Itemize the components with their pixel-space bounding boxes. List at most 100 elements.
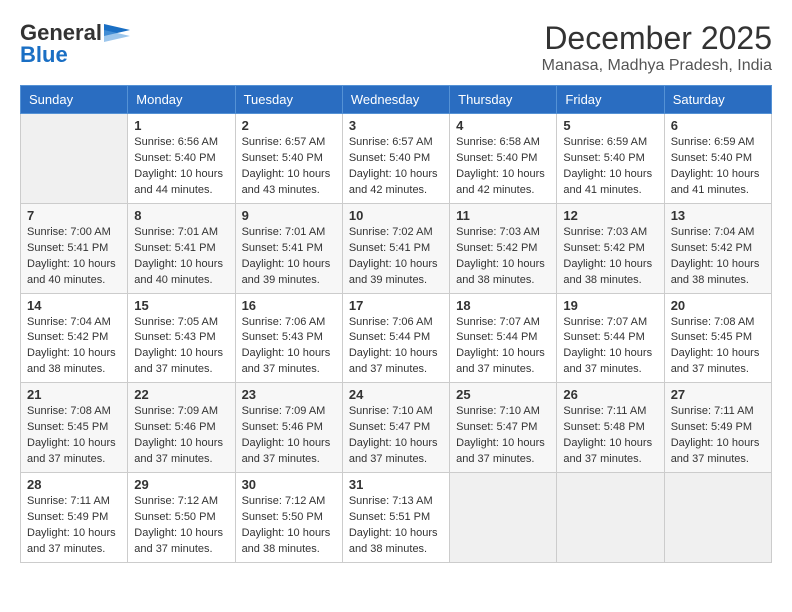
day-info: Sunrise: 6:56 AM Sunset: 5:40 PM Dayligh… <box>134 135 228 199</box>
calendar-cell: 4 Sunrise: 6:58 AM Sunset: 5:40 PM Daylig… <box>450 114 557 204</box>
day-number: 23 <box>242 387 336 402</box>
weekday-header-row: SundayMondayTuesdayWednesdayThursdayFrid… <box>21 86 772 114</box>
day-number: 1 <box>134 118 228 133</box>
week-row-4: 21Sunrise: 7:08 AM Sunset: 5:45 PM Dayli… <box>21 383 772 473</box>
calendar-cell: 26 Sunrise: 7:11 AM Sunset: 5:48 PM Dayli… <box>557 383 664 473</box>
day-number: 21 <box>27 387 121 402</box>
week-row-1: 1 Sunrise: 6:56 AM Sunset: 5:40 PM Daylig… <box>21 114 772 204</box>
weekday-header-thursday: Thursday <box>450 86 557 114</box>
calendar-table: SundayMondayTuesdayWednesdayThursdayFrid… <box>20 85 772 563</box>
week-row-2: 7Sunrise: 7:00 AM Sunset: 5:41 PM Daylig… <box>21 203 772 293</box>
calendar-cell: 31 Sunrise: 7:13 AM Sunset: 5:51 PM Dayli… <box>342 473 449 563</box>
day-number: 25 <box>456 387 550 402</box>
day-info: Sunrise: 7:07 AM Sunset: 5:44 PM Dayligh… <box>563 315 657 379</box>
logo: General Blue <box>20 20 132 68</box>
calendar-cell: 28 Sunrise: 7:11 AM Sunset: 5:49 PM Dayli… <box>21 473 128 563</box>
calendar-cell <box>557 473 664 563</box>
calendar-cell: 17Sunrise: 7:06 AM Sunset: 5:44 PM Dayli… <box>342 293 449 383</box>
day-number: 20 <box>671 298 765 313</box>
calendar-cell: 6Sunrise: 6:59 AM Sunset: 5:40 PM Daylig… <box>664 114 771 204</box>
month-title: December 2025 <box>542 20 772 57</box>
calendar-cell: 8 Sunrise: 7:01 AM Sunset: 5:41 PM Daylig… <box>128 203 235 293</box>
day-number: 13 <box>671 208 765 223</box>
calendar-cell: 29 Sunrise: 7:12 AM Sunset: 5:50 PM Dayli… <box>128 473 235 563</box>
day-number: 27 <box>671 387 765 402</box>
weekday-header-saturday: Saturday <box>664 86 771 114</box>
calendar-cell: 23 Sunrise: 7:09 AM Sunset: 5:46 PM Dayli… <box>235 383 342 473</box>
day-info: Sunrise: 7:01 AM Sunset: 5:41 PM Dayligh… <box>242 225 336 289</box>
calendar-cell: 5 Sunrise: 6:59 AM Sunset: 5:40 PM Daylig… <box>557 114 664 204</box>
day-info: Sunrise: 7:09 AM Sunset: 5:46 PM Dayligh… <box>134 404 228 468</box>
calendar-cell <box>664 473 771 563</box>
title-area: December 2025 Manasa, Madhya Pradesh, In… <box>542 20 772 75</box>
calendar-cell: 22Sunrise: 7:09 AM Sunset: 5:46 PM Dayli… <box>128 383 235 473</box>
calendar-cell: 1 Sunrise: 6:56 AM Sunset: 5:40 PM Daylig… <box>128 114 235 204</box>
day-info: Sunrise: 7:10 AM Sunset: 5:47 PM Dayligh… <box>456 404 550 468</box>
calendar-cell: 14Sunrise: 7:04 AM Sunset: 5:42 PM Dayli… <box>21 293 128 383</box>
calendar-cell: 15 Sunrise: 7:05 AM Sunset: 5:43 PM Dayli… <box>128 293 235 383</box>
day-number: 5 <box>563 118 657 133</box>
day-info: Sunrise: 7:01 AM Sunset: 5:41 PM Dayligh… <box>134 225 228 289</box>
week-row-3: 14Sunrise: 7:04 AM Sunset: 5:42 PM Dayli… <box>21 293 772 383</box>
day-info: Sunrise: 7:03 AM Sunset: 5:42 PM Dayligh… <box>563 225 657 289</box>
page-header: General Blue December 2025 Manasa, Madhy… <box>20 20 772 75</box>
day-info: Sunrise: 7:11 AM Sunset: 5:48 PM Dayligh… <box>563 404 657 468</box>
day-info: Sunrise: 7:12 AM Sunset: 5:50 PM Dayligh… <box>242 494 336 558</box>
day-number: 8 <box>134 208 228 223</box>
day-info: Sunrise: 7:09 AM Sunset: 5:46 PM Dayligh… <box>242 404 336 468</box>
calendar-cell <box>21 114 128 204</box>
calendar-cell: 3 Sunrise: 6:57 AM Sunset: 5:40 PM Daylig… <box>342 114 449 204</box>
calendar-cell: 19 Sunrise: 7:07 AM Sunset: 5:44 PM Dayli… <box>557 293 664 383</box>
day-number: 26 <box>563 387 657 402</box>
logo-blue: Blue <box>20 42 68 68</box>
calendar-cell: 30 Sunrise: 7:12 AM Sunset: 5:50 PM Dayli… <box>235 473 342 563</box>
day-info: Sunrise: 7:12 AM Sunset: 5:50 PM Dayligh… <box>134 494 228 558</box>
day-info: Sunrise: 7:04 AM Sunset: 5:42 PM Dayligh… <box>671 225 765 289</box>
day-info: Sunrise: 6:57 AM Sunset: 5:40 PM Dayligh… <box>349 135 443 199</box>
calendar-cell: 13 Sunrise: 7:04 AM Sunset: 5:42 PM Dayli… <box>664 203 771 293</box>
calendar-cell: 25 Sunrise: 7:10 AM Sunset: 5:47 PM Dayli… <box>450 383 557 473</box>
calendar-cell <box>450 473 557 563</box>
calendar-cell: 27 Sunrise: 7:11 AM Sunset: 5:49 PM Dayli… <box>664 383 771 473</box>
calendar-cell: 24 Sunrise: 7:10 AM Sunset: 5:47 PM Dayli… <box>342 383 449 473</box>
day-number: 28 <box>27 477 121 492</box>
day-number: 31 <box>349 477 443 492</box>
day-info: Sunrise: 7:13 AM Sunset: 5:51 PM Dayligh… <box>349 494 443 558</box>
day-number: 4 <box>456 118 550 133</box>
weekday-header-wednesday: Wednesday <box>342 86 449 114</box>
logo-flag-icon <box>104 24 130 42</box>
day-info: Sunrise: 7:11 AM Sunset: 5:49 PM Dayligh… <box>671 404 765 468</box>
day-number: 30 <box>242 477 336 492</box>
day-info: Sunrise: 7:04 AM Sunset: 5:42 PM Dayligh… <box>27 315 121 379</box>
weekday-header-friday: Friday <box>557 86 664 114</box>
calendar-cell: 12 Sunrise: 7:03 AM Sunset: 5:42 PM Dayli… <box>557 203 664 293</box>
day-number: 6 <box>671 118 765 133</box>
calendar-cell: 10Sunrise: 7:02 AM Sunset: 5:41 PM Dayli… <box>342 203 449 293</box>
calendar-cell: 20Sunrise: 7:08 AM Sunset: 5:45 PM Dayli… <box>664 293 771 383</box>
day-number: 9 <box>242 208 336 223</box>
day-number: 16 <box>242 298 336 313</box>
day-info: Sunrise: 7:06 AM Sunset: 5:43 PM Dayligh… <box>242 315 336 379</box>
day-number: 3 <box>349 118 443 133</box>
calendar-cell: 2 Sunrise: 6:57 AM Sunset: 5:40 PM Daylig… <box>235 114 342 204</box>
day-number: 24 <box>349 387 443 402</box>
day-number: 15 <box>134 298 228 313</box>
calendar-cell: 11Sunrise: 7:03 AM Sunset: 5:42 PM Dayli… <box>450 203 557 293</box>
day-number: 18 <box>456 298 550 313</box>
day-number: 29 <box>134 477 228 492</box>
day-info: Sunrise: 6:57 AM Sunset: 5:40 PM Dayligh… <box>242 135 336 199</box>
day-info: Sunrise: 7:03 AM Sunset: 5:42 PM Dayligh… <box>456 225 550 289</box>
day-number: 2 <box>242 118 336 133</box>
day-info: Sunrise: 7:07 AM Sunset: 5:44 PM Dayligh… <box>456 315 550 379</box>
weekday-header-tuesday: Tuesday <box>235 86 342 114</box>
day-info: Sunrise: 7:05 AM Sunset: 5:43 PM Dayligh… <box>134 315 228 379</box>
day-number: 10 <box>349 208 443 223</box>
day-info: Sunrise: 6:58 AM Sunset: 5:40 PM Dayligh… <box>456 135 550 199</box>
day-number: 12 <box>563 208 657 223</box>
day-number: 19 <box>563 298 657 313</box>
day-info: Sunrise: 7:06 AM Sunset: 5:44 PM Dayligh… <box>349 315 443 379</box>
day-info: Sunrise: 7:11 AM Sunset: 5:49 PM Dayligh… <box>27 494 121 558</box>
day-info: Sunrise: 7:00 AM Sunset: 5:41 PM Dayligh… <box>27 225 121 289</box>
day-info: Sunrise: 6:59 AM Sunset: 5:40 PM Dayligh… <box>563 135 657 199</box>
day-info: Sunrise: 7:10 AM Sunset: 5:47 PM Dayligh… <box>349 404 443 468</box>
